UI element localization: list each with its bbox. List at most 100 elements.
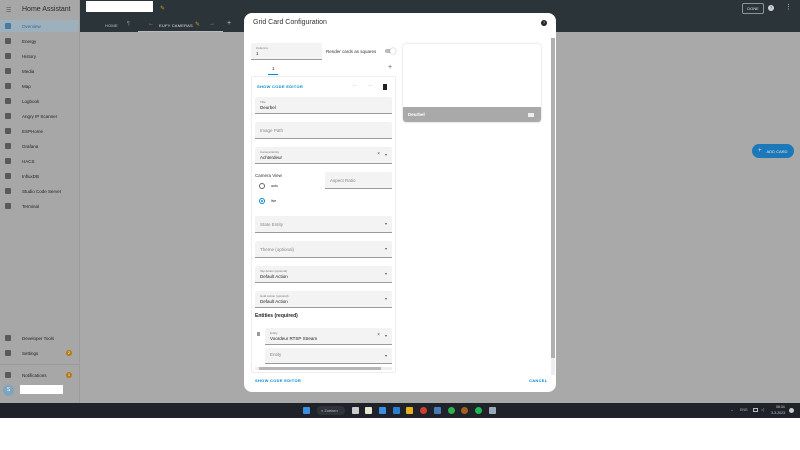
clear-icon[interactable]: × xyxy=(377,332,380,338)
image-path-input[interactable]: Image Path xyxy=(255,122,392,139)
card-tab-1[interactable]: 1 xyxy=(272,66,275,71)
search-box[interactable]: ⌕ Zoeken xyxy=(317,406,345,415)
dropdown-icon[interactable]: ▾ xyxy=(385,271,387,276)
horizontal-scrollbar[interactable] xyxy=(255,367,392,370)
sidebar-item-overview[interactable]: Overview xyxy=(0,20,78,32)
entity-select[interactable]: Entity Voordeur RTSP Stream × ▾ xyxy=(265,328,392,345)
clock-time[interactable]: 08:34 xyxy=(776,405,785,409)
notifications-badge: 1 xyxy=(66,372,72,378)
tap-action-select[interactable]: Tap Action (optional) Default Action ▾ xyxy=(255,266,392,283)
terminal-icon xyxy=(5,203,11,209)
dropdown-icon[interactable]: ▾ xyxy=(385,246,387,251)
angry-ip-icon xyxy=(5,113,11,119)
mail-icon[interactable] xyxy=(393,407,400,414)
sidebar-item-settings[interactable]: Settings 2 xyxy=(0,347,78,359)
spotify-icon[interactable] xyxy=(475,407,482,414)
drag-handle-icon[interactable] xyxy=(257,332,260,336)
preview-caption: Deurbel xyxy=(403,107,541,122)
tab-eufy-cameras[interactable]: EUFY CAMERAS xyxy=(159,23,193,28)
volume-icon[interactable]: ◁ xyxy=(761,407,764,412)
help-icon[interactable]: ? xyxy=(768,5,774,11)
camera-view-label: Camera View xyxy=(255,173,282,178)
new-entity-select[interactable]: Entity ▾ xyxy=(265,348,392,364)
radio-live[interactable] xyxy=(259,198,265,204)
widgets-icon[interactable] xyxy=(365,407,372,414)
more-options-icon[interactable]: ⋮ xyxy=(785,3,792,11)
chrome-icon[interactable] xyxy=(420,407,427,414)
file-explorer-icon[interactable] xyxy=(406,407,413,414)
sidebar-item-logbook[interactable]: Logbook xyxy=(0,95,78,107)
edit-title-icon[interactable]: ✎ xyxy=(160,5,165,12)
camera-entity-select[interactable]: Camera Entity Achterdeur × ▾ xyxy=(255,147,392,164)
dropdown-icon[interactable]: ▾ xyxy=(385,152,387,157)
move-left-icon[interactable]: ← xyxy=(148,21,154,27)
footer-show-code-editor[interactable]: SHOW CODE EDITOR xyxy=(255,378,301,383)
clock-date[interactable]: 3-3-2023 xyxy=(771,411,785,415)
tray-chevron-icon[interactable]: ^ xyxy=(731,408,733,413)
add-card-tab-icon[interactable]: + xyxy=(388,64,392,71)
avatar[interactable]: S xyxy=(3,385,14,396)
hold-action-select[interactable]: Hold Action (optional) Default Action ▾ xyxy=(255,291,392,308)
move-right-icon[interactable]: → xyxy=(367,82,373,88)
notepad-icon[interactable] xyxy=(489,407,496,414)
columns-input[interactable]: Columns 1 xyxy=(251,43,322,60)
radio-auto[interactable] xyxy=(259,183,265,189)
gear-icon xyxy=(5,350,11,356)
dialog-title: Grid Card Configuration xyxy=(253,19,327,26)
sidebar-item-influxdb[interactable]: InfluxDB xyxy=(0,170,78,182)
sidebar-item-map[interactable]: Map xyxy=(0,80,78,92)
start-icon[interactable] xyxy=(303,407,310,414)
clear-icon[interactable]: × xyxy=(377,151,380,157)
render-squares-toggle[interactable] xyxy=(385,48,396,54)
map-icon xyxy=(5,83,11,89)
steam-icon[interactable] xyxy=(434,407,441,414)
move-left-icon[interactable]: ← xyxy=(352,82,358,88)
notification-center-icon[interactable] xyxy=(789,408,794,413)
cancel-button[interactable]: CANCEL xyxy=(529,378,547,383)
delete-icon[interactable] xyxy=(383,84,387,90)
sidebar-item-terminal[interactable]: Terminal xyxy=(0,200,78,212)
sidebar-item-history[interactable]: History xyxy=(0,50,78,62)
history-icon xyxy=(5,53,11,59)
sidebar-item-media[interactable]: Media xyxy=(0,65,78,77)
state-entity-select[interactable]: State Entity ▾ xyxy=(255,216,392,233)
vertical-scrollbar[interactable] xyxy=(551,38,555,375)
sidebar-item-angry-ip-scanner[interactable]: Angry IP Scanner xyxy=(0,110,78,122)
theme-select[interactable]: Theme (optional) ▾ xyxy=(255,241,392,258)
dropdown-icon[interactable]: ▾ xyxy=(385,333,387,338)
dropdown-icon[interactable]: ▾ xyxy=(385,296,387,301)
move-right-icon[interactable]: → xyxy=(209,21,215,27)
dropdown-icon[interactable]: ▾ xyxy=(385,221,387,226)
username-redacted xyxy=(20,385,63,394)
sidebar-item-studio-code-server[interactable]: Studio Code Server xyxy=(0,185,78,197)
preview-title: Deurbel xyxy=(408,112,425,117)
grafana-icon xyxy=(5,143,11,149)
edit-view-icon[interactable]: ✎ xyxy=(195,21,200,28)
display-icon[interactable] xyxy=(753,408,758,412)
logbook-icon xyxy=(5,98,11,104)
language-indicator[interactable]: ENG xyxy=(740,408,748,412)
sidebar-item-energy[interactable]: Energy xyxy=(0,35,78,47)
aspect-ratio-input[interactable]: Aspect Ratio xyxy=(325,172,392,189)
sidebar-item-grafana[interactable]: Grafana xyxy=(0,140,78,152)
task-view-icon[interactable] xyxy=(352,407,359,414)
sidebar-item-notifications[interactable]: Notifications 1 xyxy=(0,369,78,381)
calendar-icon[interactable] xyxy=(379,407,386,414)
sidebar-item-esphome[interactable]: ESPHome xyxy=(0,125,78,137)
add-view-button[interactable]: + xyxy=(227,20,231,27)
add-card-button[interactable]: + ADD CARD xyxy=(752,144,794,158)
radio-live-label: live xyxy=(271,199,277,203)
help-icon[interactable]: ? xyxy=(541,20,547,26)
sidebar-item-hacs[interactable]: HACS xyxy=(0,155,78,167)
whatsapp-icon[interactable] xyxy=(448,407,455,414)
sidebar-item-developer-tools[interactable]: Developer Tools xyxy=(0,332,78,344)
dropdown-icon[interactable]: ▾ xyxy=(385,353,387,358)
menu-icon[interactable]: ☰ xyxy=(6,7,11,14)
tab-home[interactable]: HOME xyxy=(105,23,118,28)
grid-card-configuration-dialog: Grid Card Configuration ? Columns 1 Rende… xyxy=(244,13,556,392)
title-input[interactable]: Title Deurbel xyxy=(255,97,392,114)
done-button[interactable]: DONE xyxy=(742,3,764,14)
entities-heading: Entities (required) xyxy=(255,313,298,319)
app-icon[interactable] xyxy=(461,407,468,414)
show-code-editor-link[interactable]: SHOW CODE EDITOR xyxy=(257,84,303,89)
